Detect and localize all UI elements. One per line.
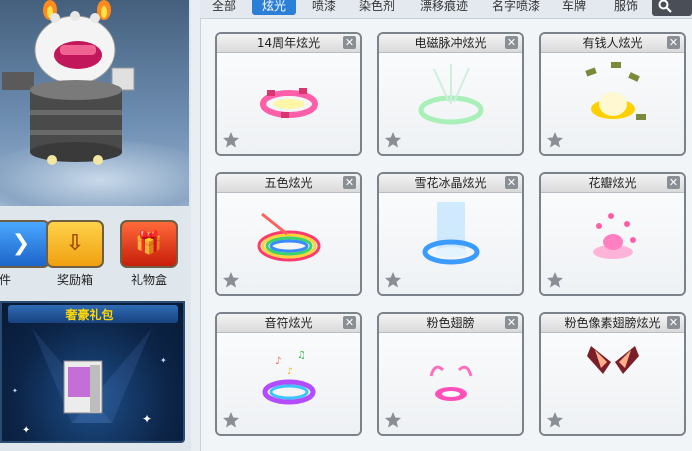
character-kart-image (2, 0, 135, 165)
gift-icon: 🎁 (135, 231, 163, 256)
character-preview (0, 0, 189, 206)
shortcut-doc-button[interactable]: ❯ (0, 220, 50, 268)
left-panel: ❯ 件 ⇩ 奖励箱 🎁 礼物盒 奢豪礼包 ✦ ✦ ✦ ✦ (0, 0, 191, 451)
close-icon[interactable]: ✕ (343, 316, 356, 329)
item-name: 电磁脉冲炫光 (379, 34, 522, 53)
favorite-star-icon[interactable] (384, 411, 402, 429)
item-name: 粉色翅膀 (379, 314, 522, 333)
glow-gold-money-image (585, 62, 646, 120)
shortcut-reward-box-label: 奖励箱 (56, 273, 93, 287)
svg-text:♪: ♪ (287, 367, 293, 377)
favorite-star-icon[interactable] (546, 411, 564, 429)
close-icon[interactable]: ✕ (505, 316, 518, 329)
close-icon[interactable]: ✕ (343, 36, 356, 49)
item-grid: 14周年炫光 ✕ 电磁脉冲炫光 ✕ 有钱人炫光 ✕ 五色炫光 ✕ 雪花冰晶炫光 … (200, 19, 692, 451)
svg-text:✦: ✦ (160, 356, 167, 365)
item-name: 音符炫光 (217, 314, 360, 333)
shortcut-doc-label: 件 (0, 273, 11, 287)
tab-spray[interactable]: 喷漆 (308, 0, 340, 15)
glow-pixel-wing-image (587, 346, 639, 374)
favorite-star-icon[interactable] (546, 131, 564, 149)
shortcut-reward-box-button[interactable]: ⇩ (46, 220, 104, 268)
svg-text:♫: ♫ (297, 350, 306, 361)
tab-name-spray[interactable]: 名字喷漆 (486, 0, 546, 15)
close-icon[interactable]: ✕ (667, 36, 680, 49)
close-icon[interactable]: ✕ (505, 176, 518, 189)
glow-green-burst-image (418, 64, 484, 125)
tab-all[interactable]: 全部 (208, 0, 240, 15)
glow-ice-crystal-image (422, 202, 480, 265)
glow-ring-pink-image (260, 88, 318, 118)
item-card[interactable]: 粉色像素翅膀炫光 ✕ (539, 312, 686, 436)
item-name: 14周年炫光 (217, 34, 360, 53)
item-card[interactable]: 音符炫光 ✕ ♪ ♫ ♪ (215, 312, 362, 436)
tab-dye[interactable]: 染色剂 (352, 0, 402, 15)
svg-text:♪: ♪ (275, 356, 281, 367)
favorite-star-icon[interactable] (384, 271, 402, 289)
search-button[interactable] (652, 0, 692, 16)
tab-drift-trail[interactable]: 漂移痕迹 (414, 0, 474, 15)
shortcut-gift-box-button[interactable]: 🎁 (120, 220, 178, 268)
item-card[interactable]: 有钱人炫光 ✕ (539, 32, 686, 156)
item-card[interactable]: 花瓣炫光 ✕ (539, 172, 686, 296)
item-card[interactable]: 电磁脉冲炫光 ✕ (377, 32, 524, 156)
tab-glow[interactable]: 炫光 (252, 0, 296, 15)
search-icon (658, 0, 672, 13)
download-box-icon: ⇩ (65, 231, 85, 256)
svg-text:✦: ✦ (22, 425, 30, 436)
gift-pack-image: ✦ ✦ ✦ ✦ (12, 328, 167, 436)
item-name: 五色炫光 (217, 174, 360, 193)
glow-music-notes-image: ♪ ♫ ♪ (262, 350, 316, 405)
close-icon[interactable]: ✕ (667, 316, 680, 329)
favorite-star-icon[interactable] (546, 271, 564, 289)
gift-pack-panel[interactable]: 奢豪礼包 ✦ ✦ ✦ ✦ (0, 301, 185, 443)
item-name: 粉色像素翅膀炫光 (541, 314, 684, 333)
item-card[interactable]: 14周年炫光 ✕ (215, 32, 362, 156)
item-name: 雪花冰晶炫光 (379, 174, 522, 193)
close-icon[interactable]: ✕ (505, 36, 518, 49)
item-card[interactable]: 粉色翅膀 ✕ (377, 312, 524, 436)
favorite-star-icon[interactable] (384, 131, 402, 149)
category-tab-bar: 全部 炫光 喷漆 染色剂 漂移痕迹 名字喷漆 车牌 服饰 (200, 0, 692, 19)
favorite-star-icon[interactable] (222, 411, 240, 429)
close-icon[interactable]: ✕ (667, 176, 680, 189)
glow-pink-wing-image (429, 365, 473, 401)
tab-plate[interactable]: 车牌 (558, 0, 590, 15)
tab-outfit[interactable]: 服饰 (610, 0, 642, 15)
svg-text:✦: ✦ (12, 387, 18, 395)
item-card[interactable]: 雪花冰晶炫光 ✕ (377, 172, 524, 296)
item-name: 花瓣炫光 (541, 174, 684, 193)
glow-pink-petal-image (593, 213, 636, 259)
svg-text:✦: ✦ (142, 412, 152, 426)
close-icon[interactable]: ✕ (343, 176, 356, 189)
favorite-star-icon[interactable] (222, 131, 240, 149)
doc-icon: ❯ (11, 231, 31, 256)
shortcut-gift-box-label: 礼物盒 (130, 273, 167, 287)
item-card[interactable]: 五色炫光 ✕ (215, 172, 362, 296)
favorite-star-icon[interactable] (222, 271, 240, 289)
glow-rainbow-swirl-image (257, 212, 321, 262)
item-name: 有钱人炫光 (541, 34, 684, 53)
